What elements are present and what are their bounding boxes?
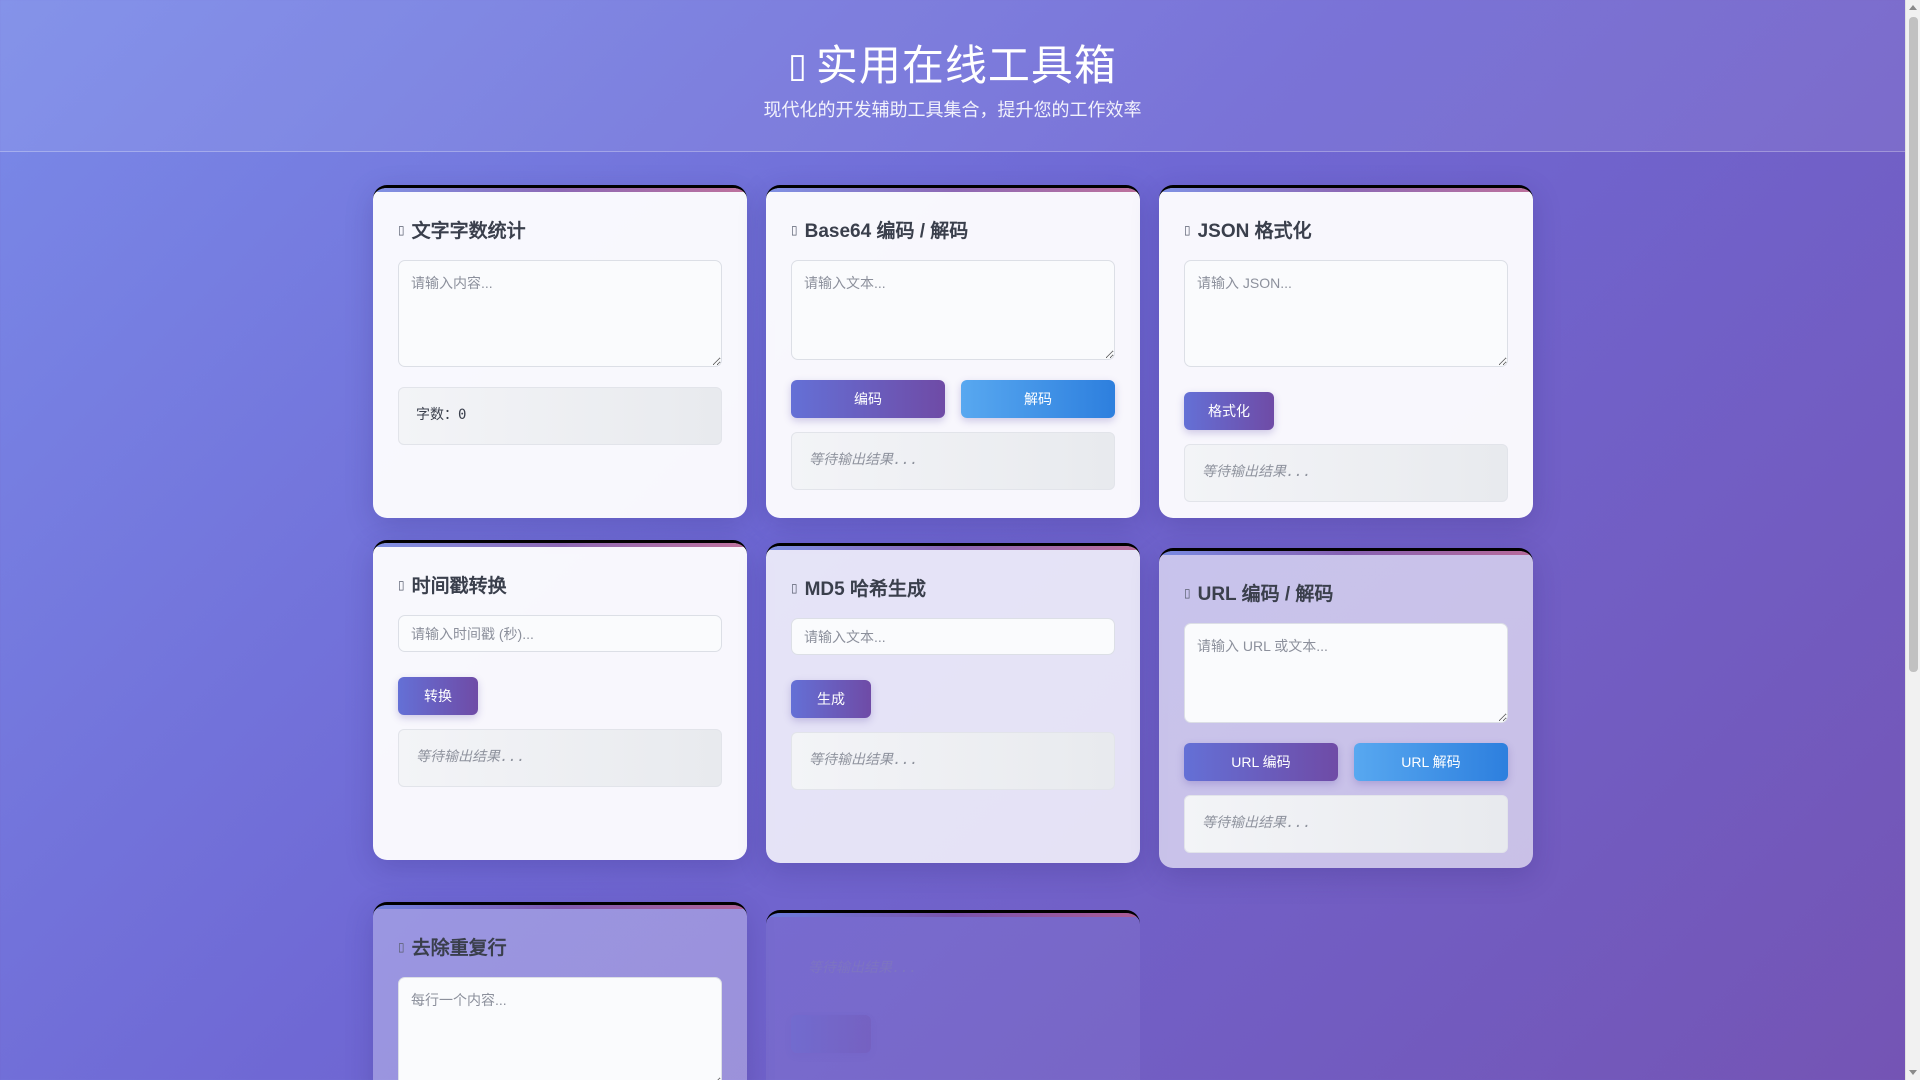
text-icon: ▯ xyxy=(398,222,405,237)
base64-encode-button[interactable]: 编码 xyxy=(791,380,945,418)
url-actions: URL 编码 URL 解码 xyxy=(1184,743,1508,781)
dedupe-title-text: 去除重复行 xyxy=(411,938,507,959)
base64-title: ▯ Base64 编码 / 解码 xyxy=(791,216,1115,243)
url-title: ▯ URL 编码 / 解码 xyxy=(1184,579,1508,606)
url-encode-button[interactable]: URL 编码 xyxy=(1184,743,1338,781)
timestamp-output: 等待输出结果... xyxy=(398,729,722,787)
dedupe-title: ▯ 去除重复行 xyxy=(398,933,722,960)
clock-icon: ▯ xyxy=(398,577,405,592)
scroll-up-icon[interactable] xyxy=(1909,5,1917,10)
page-scrollbar[interactable] xyxy=(1905,0,1920,1080)
dedupe-input[interactable] xyxy=(398,977,722,1080)
base64-decode-button[interactable]: 解码 xyxy=(961,380,1115,418)
hash-icon: ▯ xyxy=(791,580,798,595)
faded-tool-button[interactable] xyxy=(791,1015,871,1053)
md5-generate-button[interactable]: 生成 xyxy=(791,680,871,718)
md5-output: 等待输出结果... xyxy=(791,732,1115,790)
page-title-text: 实用在线工具箱 xyxy=(815,42,1117,89)
page-header: ▯ 实用在线工具箱 现代化的开发辅助工具集合，提升您的工作效率 xyxy=(0,0,1905,152)
url-output: 等待输出结果... xyxy=(1184,795,1508,853)
timestamp-convert-button[interactable]: 转换 xyxy=(398,677,478,715)
md5-card: ▯ MD5 哈希生成 生成 等待输出结果... xyxy=(766,543,1140,863)
json-title-text: JSON 格式化 xyxy=(1197,221,1312,242)
filter-icon: ▯ xyxy=(398,939,405,954)
word-count-label: 字数： xyxy=(416,406,458,422)
json-output: 等待输出结果... xyxy=(1184,444,1508,502)
json-format-button[interactable]: 格式化 xyxy=(1184,392,1274,430)
faded-tool-card: 等待输出结果... xyxy=(766,910,1140,1080)
json-title: ▯ JSON 格式化 xyxy=(1184,216,1508,243)
json-card: ▯ JSON 格式化 格式化 等待输出结果... xyxy=(1159,185,1533,518)
base64-title-text: Base64 编码 / 解码 xyxy=(804,221,969,242)
json-input[interactable] xyxy=(1184,260,1508,367)
url-input[interactable] xyxy=(1184,623,1508,723)
url-card: ▯ URL 编码 / 解码 URL 编码 URL 解码 等待输出结果... xyxy=(1159,548,1533,868)
word-count-input[interactable] xyxy=(398,260,722,367)
url-decode-button[interactable]: URL 解码 xyxy=(1354,743,1508,781)
toolbox-icon: ▯ xyxy=(788,47,808,85)
word-count-title: ▯ 文字字数统计 xyxy=(398,216,722,243)
base64-input[interactable] xyxy=(791,260,1115,360)
word-count-value: 0 xyxy=(458,407,467,423)
timestamp-card: ▯ 时间戳转换 转换 等待输出结果... xyxy=(373,540,747,860)
md5-title: ▯ MD5 哈希生成 xyxy=(791,574,1115,601)
scrollbar-thumb[interactable] xyxy=(1909,17,1918,672)
timestamp-title-text: 时间戳转换 xyxy=(411,576,507,597)
scroll-down-icon[interactable] xyxy=(1909,1070,1917,1075)
base64-actions: 编码 解码 xyxy=(791,380,1115,418)
page-title: ▯ 实用在线工具箱 xyxy=(0,32,1905,93)
base64-card: ▯ Base64 编码 / 解码 编码 解码 等待输出结果... xyxy=(766,185,1140,518)
page-subtitle: 现代化的开发辅助工具集合，提升您的工作效率 xyxy=(763,100,1142,120)
dedupe-card: ▯ 去除重复行 xyxy=(373,902,747,1080)
word-count-card: ▯ 文字字数统计 字数：0 xyxy=(373,185,747,518)
word-count-title-text: 文字字数统计 xyxy=(411,221,526,242)
timestamp-input[interactable] xyxy=(398,615,722,652)
faded-tool-output: 等待输出结果... xyxy=(808,960,918,976)
url-title-text: URL 编码 / 解码 xyxy=(1197,584,1334,605)
braces-icon: ▯ xyxy=(1184,222,1191,237)
word-count-result: 字数：0 xyxy=(398,387,722,445)
timestamp-title: ▯ 时间戳转换 xyxy=(398,571,722,598)
base64-output: 等待输出结果... xyxy=(791,432,1115,490)
code-icon: ▯ xyxy=(791,222,798,237)
md5-input[interactable] xyxy=(791,618,1115,655)
link-icon: ▯ xyxy=(1184,585,1191,600)
md5-title-text: MD5 哈希生成 xyxy=(804,579,927,600)
